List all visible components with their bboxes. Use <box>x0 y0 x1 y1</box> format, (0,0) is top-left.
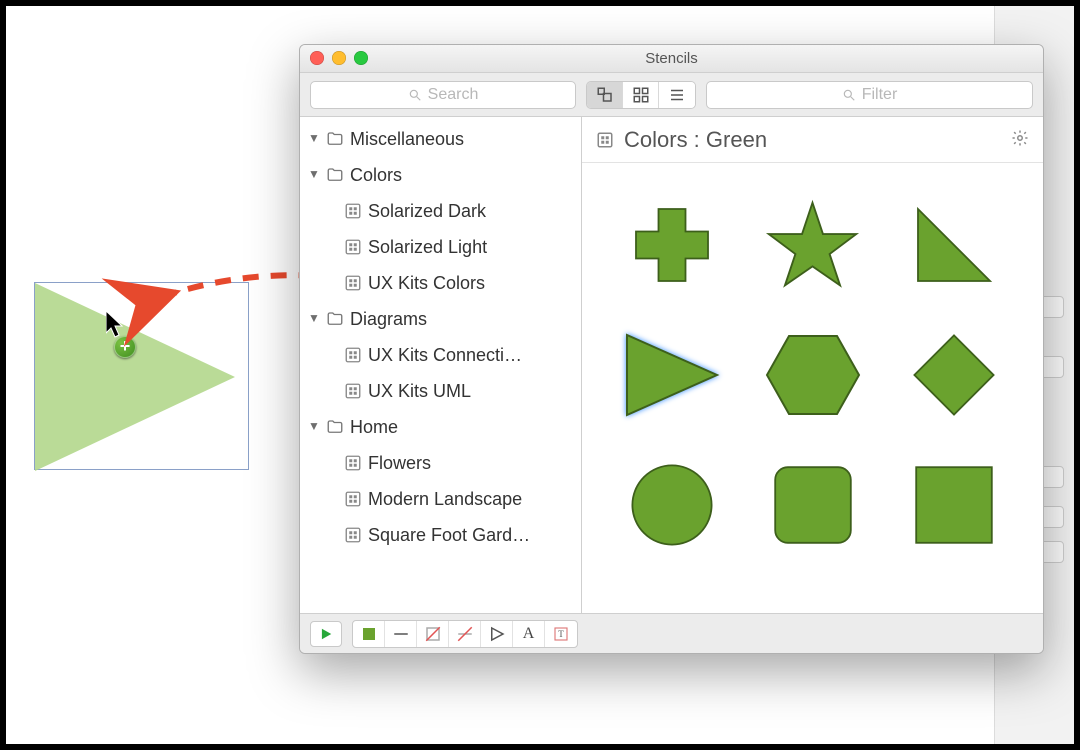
folder-icon <box>326 310 344 328</box>
dragged-shape-ghost <box>35 283 235 471</box>
tree-stencil-item[interactable]: UX Kits Connecti… <box>300 337 581 373</box>
folder-icon <box>326 418 344 436</box>
tree-stencil-item[interactable]: Modern Landscape <box>300 481 581 517</box>
text-a-icon: A <box>523 625 535 643</box>
tree-item-label: Solarized Light <box>368 237 487 258</box>
no-fill-icon <box>424 625 442 643</box>
search-icon <box>842 88 856 102</box>
text-frame-tool[interactable]: T <box>545 621 577 647</box>
tree-item-label: Flowers <box>368 453 431 474</box>
tree-item-label: Colors <box>350 165 402 186</box>
tree-item-label: Miscellaneous <box>350 129 464 150</box>
tree-folder[interactable]: ▼ Home <box>300 409 581 445</box>
shape-circle[interactable] <box>610 445 733 565</box>
copy-cursor-badge <box>114 336 136 358</box>
folder-icon <box>326 130 344 148</box>
tree-folder[interactable]: ▼ Miscellaneous <box>300 121 581 157</box>
shape-cross[interactable] <box>610 185 733 305</box>
shape-star[interactable] <box>751 185 874 305</box>
tool-strip: A T <box>352 620 578 648</box>
stencils-window: Stencils Search Filter <box>299 44 1044 654</box>
tree-stencil-item[interactable]: UX Kits UML <box>300 373 581 409</box>
no-stroke-tool[interactable] <box>449 621 481 647</box>
view-mode-grid[interactable] <box>623 82 659 108</box>
stencil-icon <box>344 490 362 508</box>
stencil-icon <box>596 131 614 149</box>
stencil-settings-button[interactable] <box>1011 127 1029 153</box>
shape-square[interactable] <box>892 445 1015 565</box>
tree-stencil-item[interactable]: Flowers <box>300 445 581 481</box>
filter-input[interactable]: Filter <box>706 81 1033 109</box>
window-title: Stencils <box>645 50 698 67</box>
tree-item-label: Diagrams <box>350 309 427 330</box>
tree-stencil-item[interactable]: Solarized Dark <box>300 193 581 229</box>
shape-grid <box>582 163 1043 613</box>
disclosure-triangle-icon[interactable]: ▼ <box>308 167 320 181</box>
filter-placeholder: Filter <box>862 86 898 104</box>
no-fill-tool[interactable] <box>417 621 449 647</box>
nested-view-icon <box>596 86 614 104</box>
folder-icon <box>326 166 344 184</box>
view-mode-segmented <box>586 81 696 109</box>
tree-item-label: UX Kits Connecti… <box>368 345 522 366</box>
filled-square-icon <box>360 625 378 643</box>
stencil-icon <box>344 454 362 472</box>
gear-icon <box>1011 129 1029 147</box>
shape-hexagon[interactable] <box>751 315 874 435</box>
stencil-icon <box>344 274 362 292</box>
stencil-icon <box>344 382 362 400</box>
disclosure-triangle-icon[interactable]: ▼ <box>308 131 320 145</box>
stencil-icon <box>344 346 362 364</box>
window-minimize-button[interactable] <box>332 51 346 65</box>
line-icon <box>392 625 410 643</box>
list-view-icon <box>668 86 686 104</box>
shape-play-triangle[interactable] <box>610 315 733 435</box>
canvas-drop-preview <box>34 282 249 470</box>
tree-item-label: Solarized Dark <box>368 201 486 222</box>
content-header: Colors : Green <box>582 117 1043 163</box>
view-mode-nested[interactable] <box>587 82 623 108</box>
tree-stencil-item[interactable]: Solarized Light <box>300 229 581 265</box>
text-frame-icon: T <box>552 625 570 643</box>
disclosure-triangle-icon[interactable]: ▼ <box>308 419 320 433</box>
tree-stencil-item[interactable]: Square Foot Gard… <box>300 517 581 553</box>
text-tool[interactable]: A <box>513 621 545 647</box>
tree-item-label: Home <box>350 417 398 438</box>
tree-item-label: Modern Landscape <box>368 489 522 510</box>
stencil-icon <box>344 238 362 256</box>
grid-view-icon <box>632 86 650 104</box>
content-title: Colors : Green <box>624 127 767 153</box>
stencil-icon <box>344 526 362 544</box>
window-zoom-button[interactable] <box>354 51 368 65</box>
line-tool[interactable] <box>385 621 417 647</box>
window-close-button[interactable] <box>310 51 324 65</box>
play-icon <box>319 627 333 641</box>
stencil-tree-sidebar[interactable]: ▼ Miscellaneous ▼ Colors Solarized Dark Solar… <box>300 117 582 613</box>
presentation-play-button[interactable] <box>310 621 342 647</box>
disclosure-triangle-icon[interactable]: ▼ <box>308 311 320 325</box>
search-placeholder: Search <box>428 86 479 104</box>
svg-text:T: T <box>558 629 564 639</box>
tree-item-label: UX Kits UML <box>368 381 471 402</box>
stencil-icon <box>344 202 362 220</box>
fill-tool[interactable] <box>353 621 385 647</box>
search-icon <box>408 88 422 102</box>
tree-item-label: UX Kits Colors <box>368 273 485 294</box>
canvas-toolbar: A T <box>300 613 1043 653</box>
shape-outline-tool[interactable] <box>481 621 513 647</box>
search-input[interactable]: Search <box>310 81 576 109</box>
no-stroke-icon <box>456 625 474 643</box>
view-mode-list[interactable] <box>659 82 695 108</box>
stencil-content-pane: Colors : Green <box>582 117 1043 613</box>
tree-folder[interactable]: ▼ Colors <box>300 157 581 193</box>
tree-folder[interactable]: ▼ Diagrams <box>300 301 581 337</box>
triangle-outline-icon <box>488 625 506 643</box>
shape-rounded-square[interactable] <box>751 445 874 565</box>
shape-right-triangle[interactable] <box>892 185 1015 305</box>
shape-diamond[interactable] <box>892 315 1015 435</box>
window-titlebar[interactable]: Stencils <box>300 45 1043 73</box>
stencils-toolbar: Search Filter <box>300 73 1043 117</box>
tree-item-label: Square Foot Gard… <box>368 525 530 546</box>
tree-stencil-item[interactable]: UX Kits Colors <box>300 265 581 301</box>
